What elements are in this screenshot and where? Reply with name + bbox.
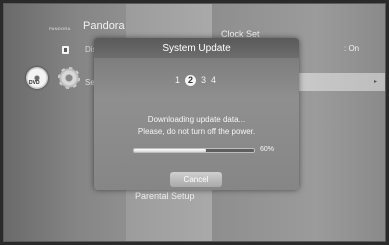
gear-icon[interactable] [58, 67, 80, 89]
clock-set-value: : On [344, 44, 360, 53]
step-3: 3 [201, 75, 207, 85]
dvd-icon-label: DVD [29, 80, 40, 86]
step-4: 4 [211, 75, 217, 85]
progress-percent: 60% [260, 146, 275, 153]
step-2-active: 2 [185, 74, 197, 86]
cancel-button[interactable]: Cancel [170, 172, 222, 187]
dialog-title: System Update [162, 43, 231, 54]
parental-setup-menu-item[interactable]: Parental Setup [135, 191, 195, 201]
dialog-header: System Update [94, 38, 299, 58]
pandora-menu-item[interactable]: Pandora [83, 20, 125, 32]
chevron-right-icon: ▸ [373, 79, 377, 85]
step-indicator: 1 2 3 4 [175, 74, 216, 86]
step-1: 1 [175, 75, 181, 85]
system-update-dialog: System Update 1 2 3 4 Downloading update… [94, 38, 299, 190]
dvd-icon: DVD [26, 67, 48, 89]
disc-icon [62, 46, 69, 54]
warning-message: Please, do not turn off the power. [137, 127, 256, 136]
progress-bar-fill [134, 149, 206, 152]
pandora-logo-small: PANDORA [49, 26, 71, 31]
progress-bar [133, 148, 255, 153]
status-message: Downloading update data... [147, 115, 246, 124]
